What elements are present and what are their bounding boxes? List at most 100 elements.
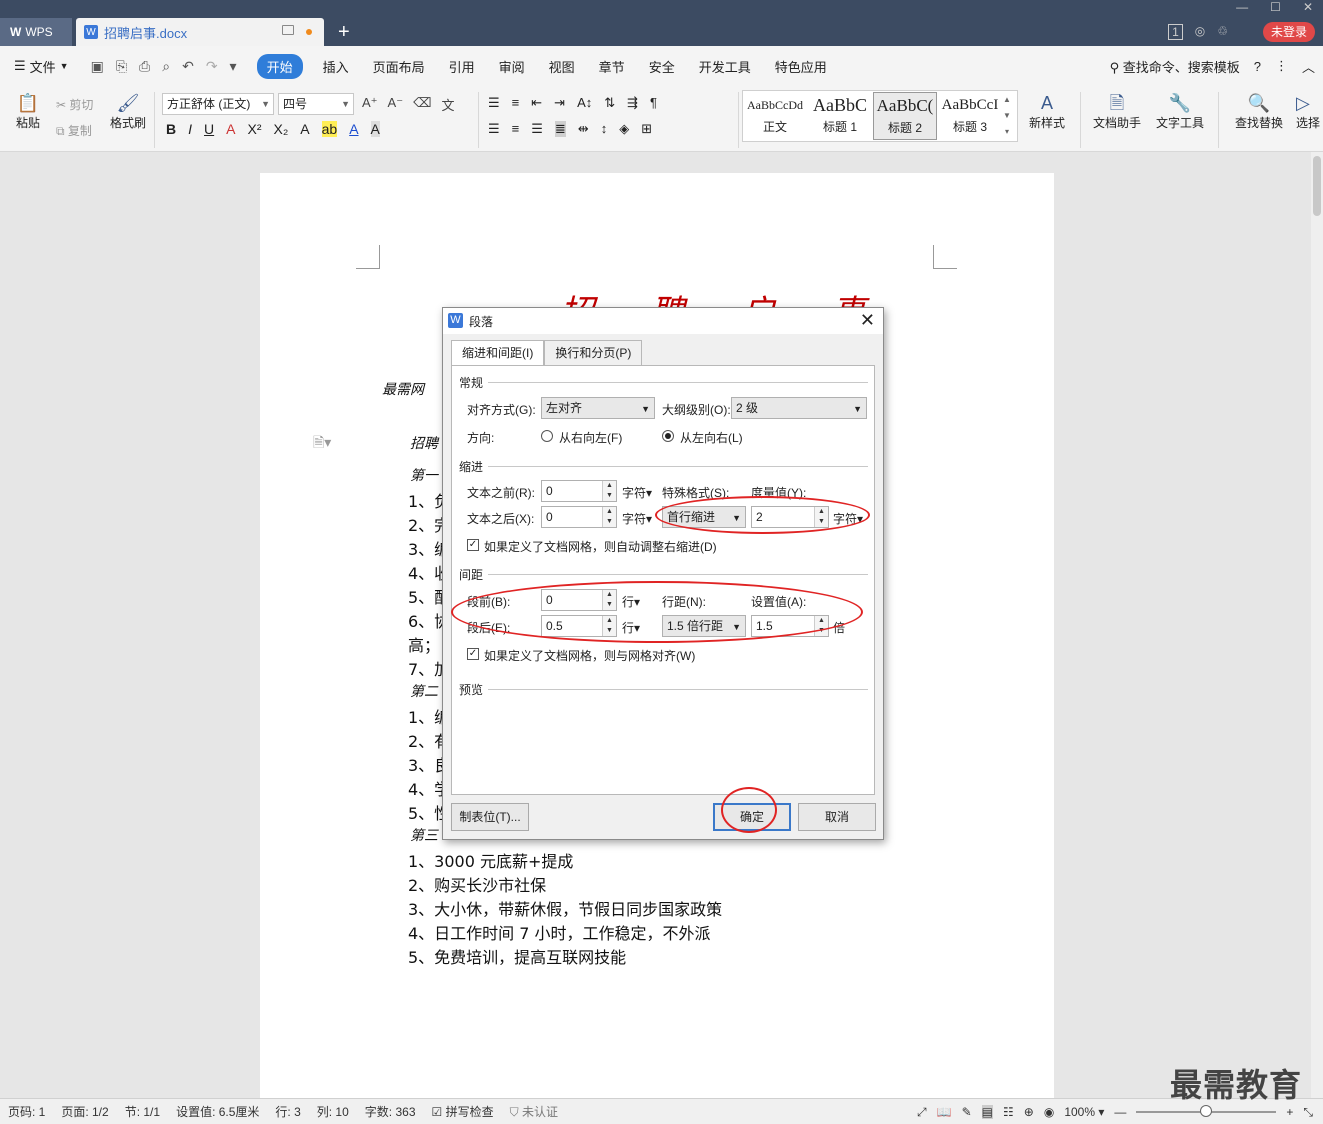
- spell-check[interactable]: ☑ 拼写检查: [424, 1103, 502, 1120]
- zoom-out-icon[interactable]: —: [1114, 1105, 1126, 1119]
- zoom-knob[interactable]: [1200, 1105, 1213, 1117]
- zoom-level[interactable]: 100% ▾: [1064, 1105, 1104, 1119]
- doc-nav-icon[interactable]: 🗎▾: [313, 432, 331, 456]
- close-icon[interactable]: ✕: [860, 310, 875, 331]
- underline-icon[interactable]: U: [204, 121, 214, 137]
- tab-line-page-breaks[interactable]: 换行和分页(P): [544, 340, 643, 366]
- font-name-select[interactable]: 方正舒体 (正文) ▼: [162, 93, 274, 115]
- bullet-list-icon[interactable]: ☰: [488, 95, 500, 111]
- menu-tab-chapter[interactable]: 章节: [587, 57, 637, 76]
- minimize-icon[interactable]: —: [1236, 0, 1248, 14]
- print-icon[interactable]: ⎙: [139, 58, 150, 75]
- command-search[interactable]: ⚲ 查找命令、搜索模板: [1110, 57, 1240, 76]
- save-icon[interactable]: ▣: [91, 58, 104, 75]
- wps-home-tab[interactable]: W WPS: [0, 18, 72, 46]
- skin-icon[interactable]: ◎: [1195, 24, 1205, 40]
- tabs-button[interactable]: 制表位(T)...: [451, 803, 529, 831]
- redo-icon[interactable]: ↷: [206, 58, 218, 75]
- export-icon[interactable]: ⎘: [116, 58, 127, 75]
- page-view-icon[interactable]: ▤: [981, 1105, 993, 1119]
- web-view-icon[interactable]: ⊕: [1024, 1105, 1034, 1119]
- tab-indent-spacing[interactable]: 缩进和间距(I): [451, 340, 545, 366]
- line-spacing-icon[interactable]: ↕: [601, 121, 608, 137]
- shirt-icon[interactable]: ♲: [1217, 24, 1228, 40]
- distributed-icon[interactable]: ⇹: [578, 121, 589, 137]
- read-mode-icon[interactable]: 📖: [937, 1105, 952, 1119]
- decrease-indent-icon[interactable]: ⇤: [531, 95, 542, 111]
- align-select[interactable]: 左对齐 ▼: [541, 397, 655, 419]
- zoom-slider[interactable]: [1136, 1105, 1277, 1117]
- strikethrough-icon[interactable]: A: [226, 121, 235, 137]
- font-color-icon[interactable]: A: [349, 121, 358, 137]
- after-text-input[interactable]: 0 ▲ ▼: [541, 506, 617, 528]
- new-style-button[interactable]: A 新样式: [1024, 92, 1070, 131]
- status-pages[interactable]: 页面: 1/2: [53, 1103, 116, 1120]
- help-icon[interactable]: ?: [1254, 59, 1261, 74]
- customize-icon[interactable]: ▾: [230, 58, 237, 75]
- menu-tab-references[interactable]: 引用: [437, 57, 487, 76]
- font-size-select[interactable]: 四号 ▼: [278, 93, 354, 115]
- increase-indent-icon[interactable]: ⇥: [554, 95, 565, 111]
- status-words[interactable]: 字数: 363: [357, 1103, 424, 1120]
- edit-mode-icon[interactable]: ✎: [962, 1105, 972, 1119]
- menu-tab-security[interactable]: 安全: [637, 57, 687, 76]
- select-button[interactable]: ▷ 选择: [1296, 92, 1323, 131]
- more-icon[interactable]: ⋮: [1275, 58, 1288, 74]
- file-menu[interactable]: ☰ 文件 ▼: [0, 57, 79, 76]
- grid-align-checkbox[interactable]: ✓: [467, 648, 479, 660]
- styles-scroll[interactable]: ▲ ▼ ▾: [1003, 92, 1011, 140]
- fit-icon[interactable]: ⤡: [1303, 1105, 1313, 1120]
- maximize-icon[interactable]: ☐: [1270, 0, 1281, 14]
- shrink-font-icon[interactable]: A⁻: [388, 95, 404, 114]
- cut-button[interactable]: ✂ 剪切: [56, 96, 93, 113]
- format-painter-button[interactable]: 🖌 格式刷: [108, 92, 148, 131]
- bold-icon[interactable]: B: [166, 121, 176, 137]
- clear-format-icon[interactable]: ⌫: [413, 95, 431, 114]
- cancel-button[interactable]: 取消: [798, 803, 876, 831]
- rtl-radio[interactable]: [541, 430, 553, 442]
- doc-helper-button[interactable]: 🗎 文档助手: [1090, 92, 1144, 131]
- ltr-radio[interactable]: [662, 430, 674, 442]
- status-page-number[interactable]: 页码: 1: [0, 1103, 53, 1120]
- align-center-icon[interactable]: ≡: [512, 121, 520, 137]
- page-count-badge[interactable]: 1: [1168, 24, 1183, 40]
- menu-tab-features[interactable]: 特色应用: [763, 57, 839, 76]
- shading-icon[interactable]: ◈: [619, 121, 629, 137]
- new-tab-button[interactable]: +: [338, 18, 350, 46]
- find-replace-button[interactable]: 🔍 查找替换: [1228, 92, 1290, 131]
- close-window-icon[interactable]: ✕: [1303, 0, 1313, 14]
- text-tools-button[interactable]: 🔧 文字工具: [1150, 92, 1210, 131]
- fullscreen-icon[interactable]: ⤢: [917, 1105, 927, 1120]
- spinner-arrows-icon[interactable]: ▲ ▼: [602, 481, 616, 501]
- outline-view-icon[interactable]: ☷: [1003, 1105, 1014, 1119]
- align-left-icon[interactable]: ☰: [488, 121, 500, 137]
- monitor-icon[interactable]: [282, 25, 294, 35]
- numbered-list-icon[interactable]: ≡: [512, 95, 520, 111]
- grid-indent-checkbox[interactable]: ✓: [467, 539, 479, 551]
- zoom-in-icon[interactable]: +: [1286, 1105, 1293, 1119]
- status-section[interactable]: 节: 1/1: [117, 1103, 168, 1120]
- menu-tab-insert[interactable]: 插入: [311, 57, 361, 76]
- text-effect-icon[interactable]: A: [300, 121, 309, 137]
- print-preview-icon[interactable]: ⌕: [162, 58, 170, 75]
- highlight-icon[interactable]: ab: [321, 121, 338, 137]
- undo-icon[interactable]: ↶: [182, 58, 194, 75]
- menu-tab-review[interactable]: 审阅: [487, 57, 537, 76]
- document-tab[interactable]: W 招聘启事.docx: [76, 18, 324, 46]
- menu-tab-developer[interactable]: 开发工具: [687, 57, 763, 76]
- unit-char-dropdown[interactable]: 字符▾: [622, 484, 652, 501]
- align-right-icon[interactable]: ☰: [531, 121, 543, 137]
- unit-char-dropdown[interactable]: 字符▾: [622, 510, 652, 527]
- scroll-thumb[interactable]: [1313, 156, 1321, 216]
- char-shading-icon[interactable]: A: [370, 121, 380, 137]
- outline-select[interactable]: 2 级 ▼: [731, 397, 867, 419]
- borders-icon[interactable]: ⊞: [641, 121, 652, 137]
- menu-tab-layout[interactable]: 页面布局: [361, 57, 437, 76]
- spinner-arrows-icon[interactable]: ▲ ▼: [602, 507, 616, 527]
- show-marks-icon[interactable]: ¶: [650, 95, 657, 111]
- collapse-ribbon-icon[interactable]: ︿: [1302, 57, 1315, 76]
- style-heading-2[interactable]: AaBbC( 标题 2: [873, 92, 937, 140]
- menu-tab-home[interactable]: 开始: [256, 53, 303, 79]
- eye-protect-icon[interactable]: ◉: [1044, 1105, 1054, 1119]
- text-direction-icon[interactable]: A↕: [577, 95, 592, 111]
